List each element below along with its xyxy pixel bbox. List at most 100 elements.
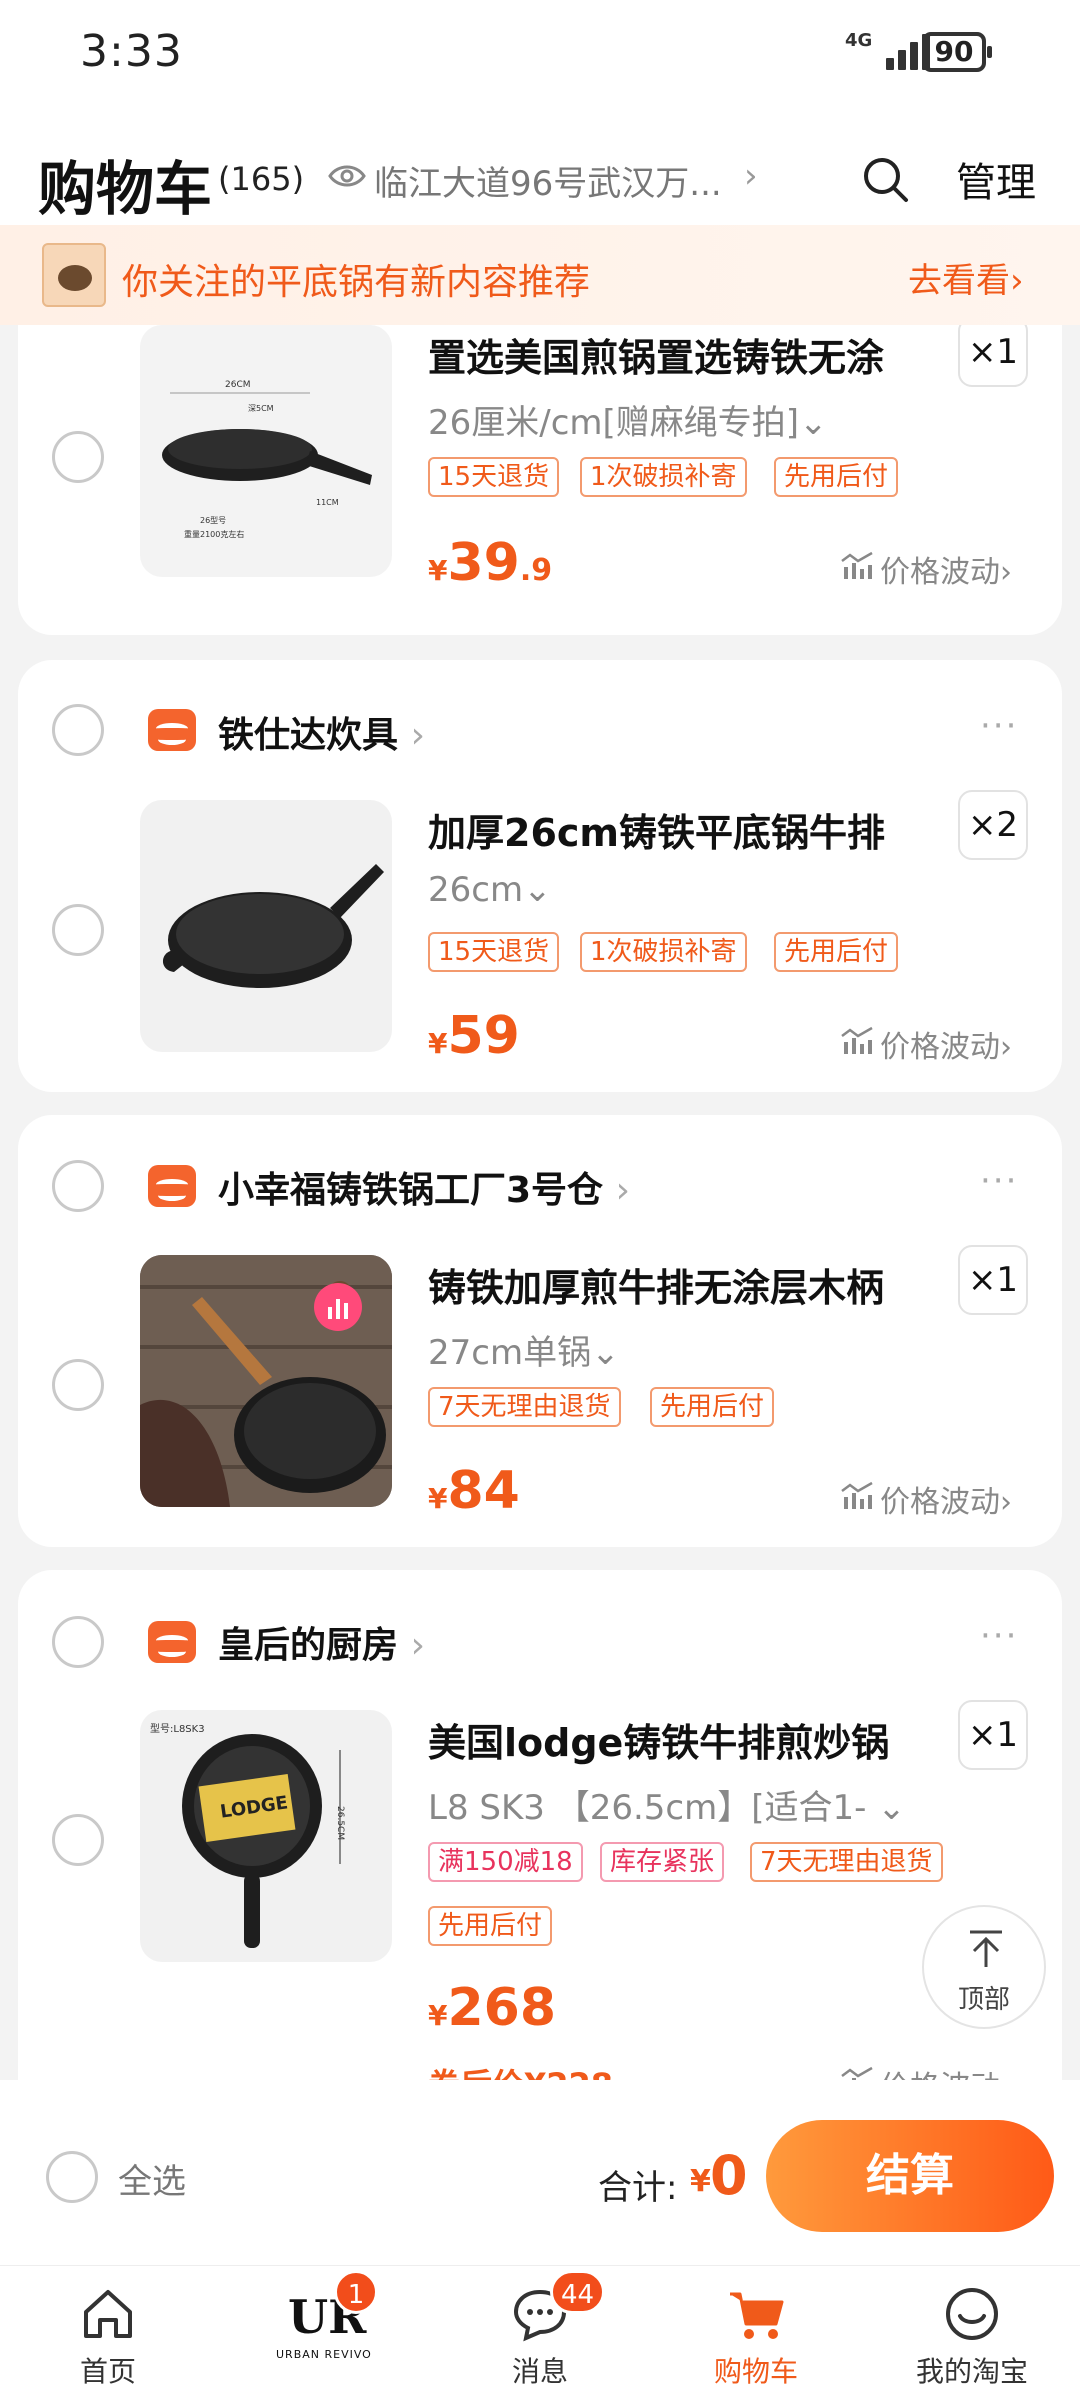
quantity-button[interactable]: ×1 <box>958 1700 1028 1770</box>
service-tag: 1次破损补寄 <box>580 457 747 497</box>
shop-checkbox[interactable] <box>52 1616 104 1668</box>
service-tag: 15天退货 <box>428 932 560 972</box>
skillet-photo <box>140 1255 392 1507</box>
quantity-button[interactable]: ×1 <box>958 325 1028 387</box>
notification-badge: 1 <box>334 2270 378 2314</box>
image-label: 型号:L8SK3 <box>150 1722 205 1735</box>
banner-thumbnail <box>42 243 106 307</box>
price-trend-link[interactable]: 价格波动› <box>880 1477 1012 1521</box>
product-name[interactable]: 铸铁加厚煎牛排无涂层木柄 <box>428 1257 884 1312</box>
image-label: 26型号 <box>200 516 226 525</box>
product-image[interactable]: 型号:L8SK3 LODGE 26.5CM <box>140 1710 392 1962</box>
chevron-right-icon[interactable]: › <box>744 156 758 196</box>
total-currency: ¥ <box>690 2164 711 2199</box>
service-tag: 7天无理由退货 <box>428 1387 621 1427</box>
sku-selector[interactable]: 27cm单锅⌄ <box>428 1325 620 1374</box>
cart-icon <box>730 2292 784 2339</box>
shop-checkbox[interactable] <box>52 704 104 756</box>
checkout-button[interactable]: 结算 <box>766 2120 1054 2232</box>
sku-selector[interactable]: 26厘米/cm[赠麻绳专拍]⌄ <box>428 395 828 444</box>
image-label: 11CM <box>316 498 339 507</box>
cart-card: 26CM 深5CM 11CM 26型号 重量2100克左右 置选美国煎锅置选铸铁… <box>18 325 1062 635</box>
item-checkbox[interactable] <box>52 431 104 483</box>
item-price: ¥59 <box>428 1006 520 1066</box>
service-tag: 先用后付 <box>650 1387 775 1427</box>
delivery-address[interactable]: 临江大道96号武汉万... <box>374 156 722 205</box>
skillet-illustration: 26CM 深5CM 11CM 26型号 重量2100克左右 <box>162 380 372 539</box>
price-trend-link[interactable]: 价格波动› <box>880 1022 1012 1066</box>
profile-icon <box>946 2288 998 2340</box>
notification-badge: 44 <box>550 2270 606 2314</box>
page-title: 购物车 <box>38 155 213 223</box>
product-image[interactable]: 26CM 深5CM 11CM 26型号 重量2100克左右 <box>140 325 392 577</box>
manage-button[interactable]: 管理 <box>956 150 1036 208</box>
tab-label: 首页 <box>79 2355 136 2388</box>
banner-go-link[interactable]: 去看看› <box>908 253 1024 302</box>
recommendation-banner[interactable]: 你关注的平底锅有新内容推荐 去看看› <box>0 225 1080 325</box>
back-to-top-button[interactable]: 顶部 <box>922 1905 1046 2029</box>
total-label: 合计: <box>598 2168 678 2208</box>
tab-label: 我的淘宝 <box>915 2355 1028 2388</box>
arrow-up-icon <box>970 1930 1002 1967</box>
tab-urban-revivo[interactable]: UR URBAN REVIVO 1 <box>216 2266 432 2390</box>
cart-list: 26CM 深5CM 11CM 26型号 重量2100克左右 置选美国煎锅置选铸铁… <box>0 325 1080 2080</box>
sku-selector[interactable]: L8 SK3 【26.5cm】[适合1- ⌄ <box>428 1780 906 1829</box>
price-trend-link[interactable]: 价格波动› <box>880 2062 1012 2080</box>
product-name[interactable]: 加厚26cm铸铁平底锅牛排 <box>428 802 885 857</box>
item-price: ¥39.9 <box>428 533 553 593</box>
product-image[interactable] <box>140 1255 392 1507</box>
search-icon[interactable] <box>860 154 910 204</box>
cart-card: 小幸福铸铁锅工厂3号仓 › ··· 铸铁加厚煎牛排无涂层木柄 ×1 27cm单锅… <box>18 1115 1062 1547</box>
shop-name[interactable]: 皇后的厨房 › <box>218 1616 425 1668</box>
skillet-illustration: 型号:L8SK3 LODGE 26.5CM <box>150 1722 345 1948</box>
image-label: 26CM <box>225 380 251 390</box>
select-all-checkbox[interactable] <box>46 2151 98 2203</box>
shop-icon <box>148 709 196 751</box>
more-options-button[interactable]: ··· <box>980 706 1018 746</box>
more-options-button[interactable]: ··· <box>980 1616 1018 1656</box>
service-tag: 先用后付 <box>774 932 899 972</box>
image-label: 深5CM <box>248 404 274 413</box>
item-checkbox[interactable] <box>52 1814 104 1866</box>
service-tag: 15天退货 <box>428 457 560 497</box>
tab-messages[interactable]: 44 消息 <box>432 2266 648 2390</box>
shop-name[interactable]: 铁仕达炊具 › <box>218 706 425 758</box>
tab-label: 购物车 <box>713 2355 798 2388</box>
logo-subtitle: URBAN REVIVO <box>276 2348 372 2361</box>
item-checkbox[interactable] <box>52 904 104 956</box>
cart-count: (165) <box>218 160 305 198</box>
product-image[interactable] <box>140 800 392 1052</box>
quantity-button[interactable]: ×2 <box>958 790 1028 860</box>
banner-text: 你关注的平底锅有新内容推荐 <box>122 262 591 303</box>
cart-card: 皇后的厨房 › ··· 型号:L8SK3 LODGE 26.5CM 美国lodg… <box>18 1570 1062 2080</box>
shop-checkbox[interactable] <box>52 1160 104 1212</box>
coupon-price: 券后价¥228 <box>428 2060 613 2080</box>
quantity-button[interactable]: ×1 <box>958 1245 1028 1315</box>
select-all-label[interactable]: 全选 <box>118 2154 186 2203</box>
total-value: 0 <box>710 2144 748 2207</box>
tab-home[interactable]: 首页 <box>0 2266 216 2390</box>
shop-name[interactable]: 小幸福铸铁锅工厂3号仓 › <box>218 1161 630 1213</box>
status-time: 3:33 <box>80 26 183 77</box>
item-checkbox[interactable] <box>52 1359 104 1411</box>
price-trend-icon <box>841 1026 873 1054</box>
product-name[interactable]: 美国lodge铸铁牛排煎炒锅 <box>428 1712 889 1767</box>
eye-icon[interactable] <box>328 162 366 190</box>
service-tag: 先用后付 <box>428 1906 553 1946</box>
service-tag: 1次破损补寄 <box>580 932 747 972</box>
price-trend-link[interactable]: 价格波动› <box>880 547 1012 591</box>
price-trend-icon <box>841 551 873 579</box>
image-label: 26.5CM <box>335 1806 345 1840</box>
tab-cart[interactable]: 购物车 <box>648 2266 864 2390</box>
product-name[interactable]: 置选美国煎锅置选铸铁无涂 <box>428 327 884 382</box>
network-type: 4G <box>845 30 873 51</box>
back-to-top-label: 顶部 <box>957 1985 1010 2015</box>
tab-my-taobao[interactable]: 我的淘宝 <box>864 2266 1080 2390</box>
item-price: ¥268 <box>428 1978 557 2038</box>
stock-tag: 库存紧张 <box>600 1842 725 1882</box>
more-options-button[interactable]: ··· <box>980 1161 1018 1201</box>
promo-tag: 满150减18 <box>428 1842 583 1882</box>
sku-selector[interactable]: 26cm⌄ <box>428 870 552 910</box>
item-price: ¥84 <box>428 1461 520 1521</box>
image-label: 重量2100克左右 <box>184 529 244 539</box>
